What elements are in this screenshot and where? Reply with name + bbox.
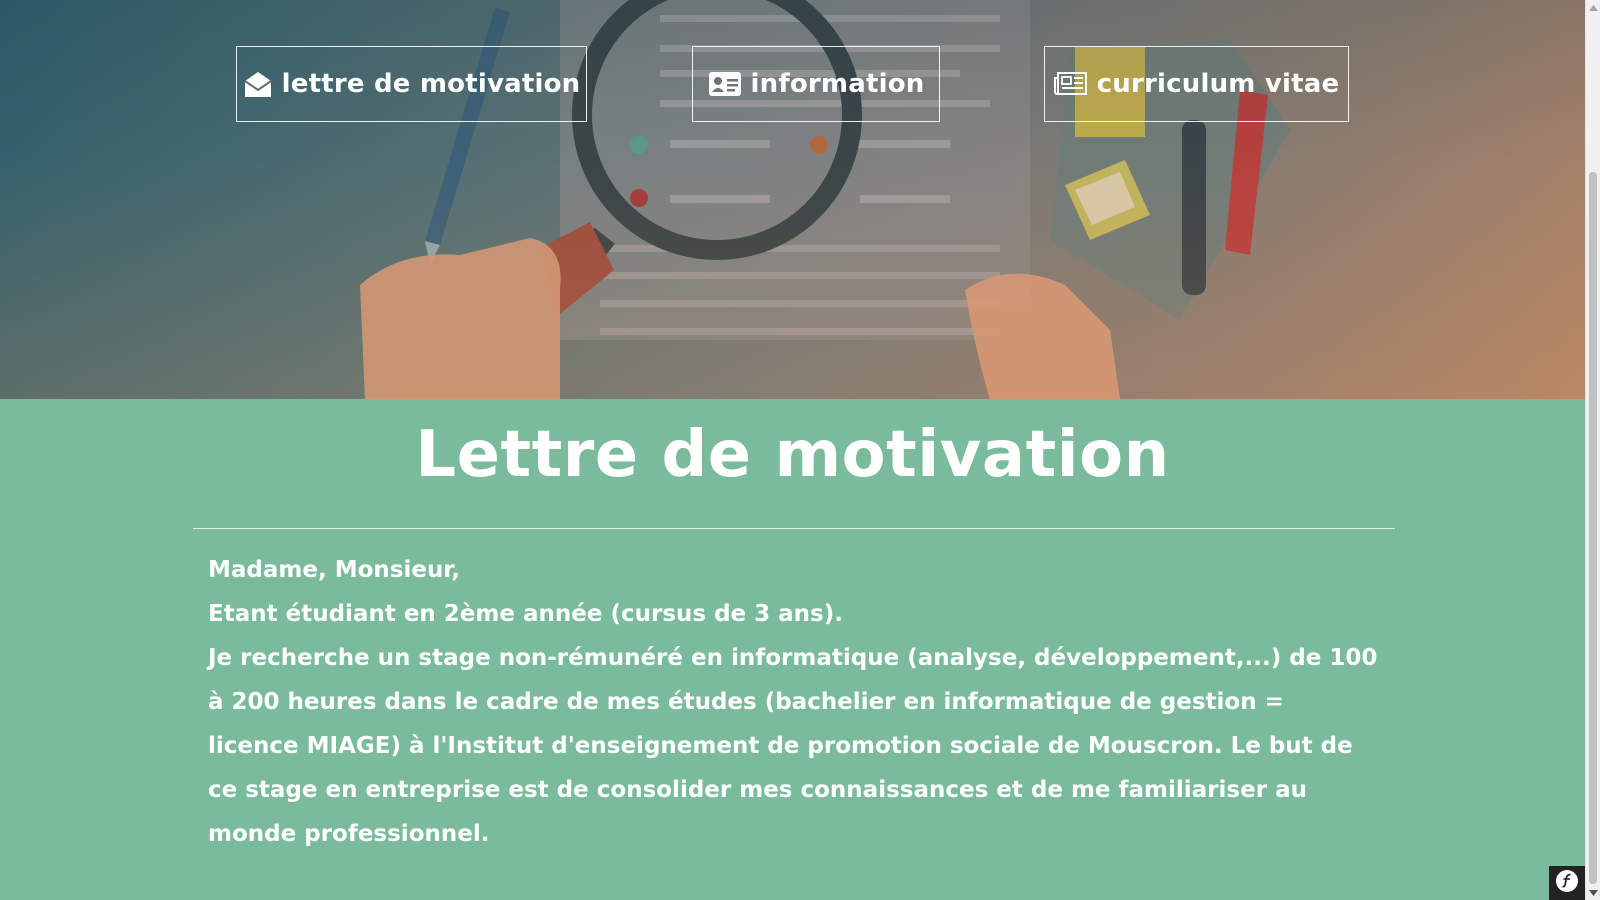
vertical-scrollbar[interactable] [1585, 0, 1600, 900]
scrollbar-thumb[interactable] [1589, 172, 1597, 884]
envelope-open-icon [243, 69, 273, 99]
id-card-icon [708, 70, 742, 98]
hero-banner: lettre de motivation information curricu… [0, 0, 1585, 399]
nav-button-label: information [750, 69, 925, 99]
nav-button-lettre-de-motivation[interactable]: lettre de motivation [236, 46, 587, 122]
nav-button-label: curriculum vitae [1096, 69, 1340, 99]
nav-button-information[interactable]: information [692, 46, 940, 122]
letter-line: Etant étudiant en 2ème année (cursus de … [208, 601, 843, 627]
letter-body: Je recherche un stage non-rémunéré en in… [208, 645, 1378, 847]
motivation-letter: Madame, Monsieur, Etant étudiant en 2ème… [208, 548, 1378, 856]
symfony-logo-icon [1555, 869, 1579, 897]
scroll-down-arrow-icon[interactable] [1586, 885, 1600, 900]
nav-button-label: lettre de motivation [281, 69, 581, 99]
scroll-up-arrow-icon[interactable] [1586, 0, 1600, 15]
symfony-toolbar-toggle[interactable] [1549, 866, 1585, 900]
title-divider [193, 528, 1395, 529]
nav-button-curriculum-vitae[interactable]: curriculum vitae [1044, 46, 1349, 122]
letter-greeting: Madame, Monsieur, [208, 557, 461, 583]
newspaper-icon [1053, 71, 1088, 97]
page-title: Lettre de motivation [415, 418, 1170, 492]
page: lettre de motivation information curricu… [0, 0, 1585, 900]
